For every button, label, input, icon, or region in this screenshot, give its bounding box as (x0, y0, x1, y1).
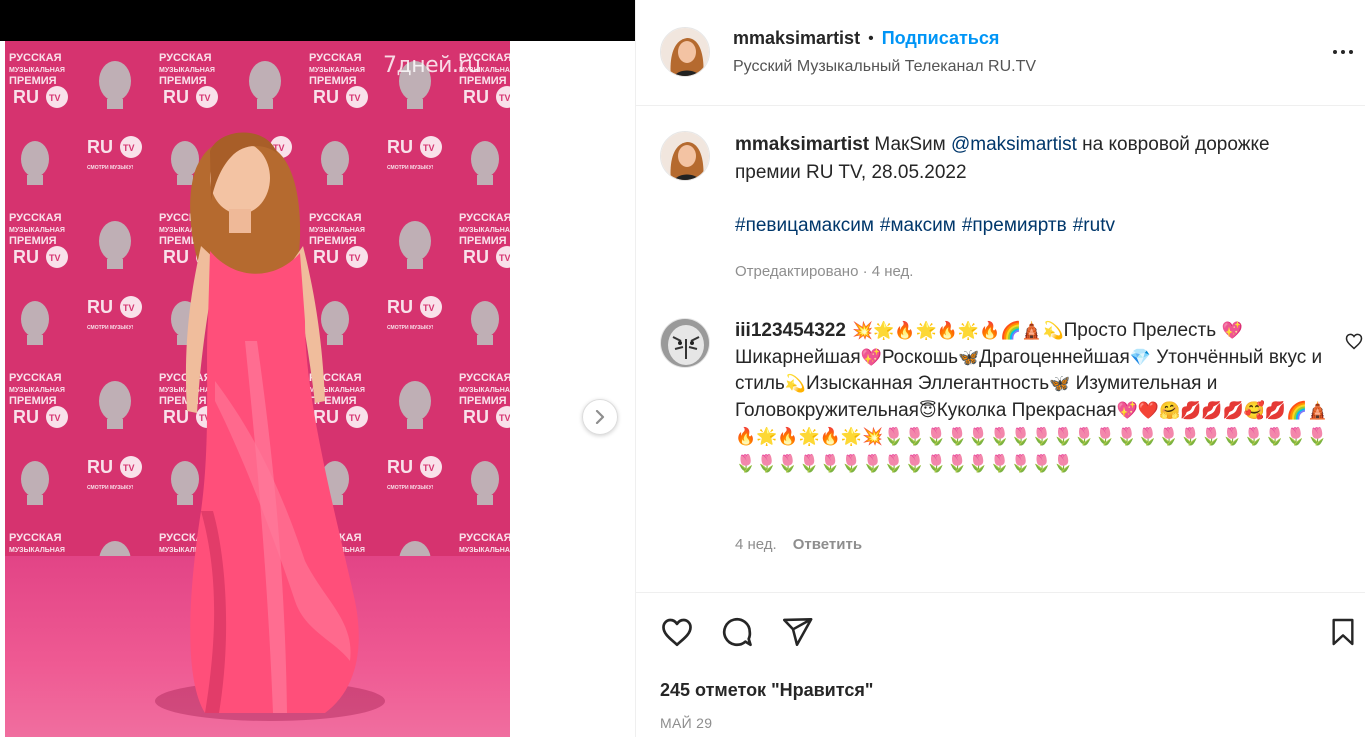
like-button[interactable] (658, 613, 696, 651)
caption-text-start: МакSим (874, 134, 946, 155)
watermark: 7дней.ru (383, 53, 481, 78)
comment-emoji: 🦋 (957, 347, 980, 368)
heart-icon (662, 618, 692, 647)
reply-button[interactable]: Ответить (793, 536, 862, 553)
comment-body: iii123454322 💥🌟🔥🌟🔥🌟🔥🌈🛕💫Просто Прелесть 💖Ш… (735, 318, 1335, 477)
post-header: mmaksimartist • Подписаться Русский Музы… (636, 0, 1365, 106)
heart-outline-icon (1345, 333, 1363, 350)
share-button[interactable] (778, 613, 816, 651)
singer-figure (185, 132, 359, 713)
save-button[interactable] (1324, 613, 1362, 651)
more-horizontal-icon (1333, 50, 1353, 54)
comment-icon (722, 617, 752, 647)
send-icon (782, 617, 813, 647)
actions-bar (636, 592, 1365, 672)
comment-emoji: 🦋 (1049, 374, 1071, 394)
comment-meta: 4 нед. Ответить (735, 536, 862, 553)
comment-emoji: 💖 (860, 347, 882, 368)
comment-emoji: 😇 (918, 400, 937, 421)
avatar-image (661, 132, 709, 180)
media-pane: РУССКАЯ МУЗЫКАЛЬНАЯ ПРЕМИЯ RU TV RU (0, 0, 635, 737)
comment-text: Просто Прелесть (1063, 320, 1217, 341)
bookmark-icon (1332, 618, 1354, 646)
caption-mention[interactable]: @maksimartist (951, 134, 1077, 155)
author-username[interactable]: mmaksimartist (733, 28, 860, 49)
caption-author[interactable]: mmaksimartist (735, 134, 869, 155)
comment-emoji: 💖 (1221, 321, 1243, 341)
follow-button[interactable]: Подписаться (882, 28, 1000, 49)
comment-emoji: 💎 (1129, 347, 1151, 368)
comment-emoji: 💥🌟🔥🌟🔥🌟🔥🌈🛕💫 (851, 321, 1064, 341)
location-link[interactable]: Русский Музыкальный Телеканал RU.TV (733, 58, 1036, 76)
chevron-right-icon (595, 410, 605, 424)
comment-like-button[interactable] (1344, 331, 1364, 351)
media-topbar (0, 0, 635, 41)
author-avatar[interactable] (660, 27, 710, 77)
separator-dot: • (868, 29, 874, 47)
post-photo[interactable]: РУССКАЯ МУЗЫКАЛЬНАЯ ПРЕМИЯ RU TV RU (5, 41, 510, 737)
post-date: МАЙ 29 (660, 715, 713, 731)
comment-button[interactable] (718, 613, 756, 651)
caption-meta: Отредактировано · 4 нед. (735, 263, 914, 280)
hashtag[interactable]: #максим (880, 215, 956, 236)
more-options-button[interactable] (1329, 40, 1357, 64)
comment-text: Изысканная Эллегантность (805, 373, 1050, 394)
post-detail-pane: mmaksimartist • Подписаться Русский Музы… (635, 0, 1365, 737)
comment-text: Куколка Прекрасная (936, 399, 1117, 421)
comment-text: Роскошь (881, 346, 958, 368)
hashtag[interactable]: #премияртв (962, 215, 1067, 236)
avatar-image (661, 28, 709, 76)
hashtag[interactable]: #певицамаксим (735, 215, 874, 236)
comment-text: Шикарнейшая (735, 346, 861, 368)
likes-count[interactable]: 245 отметок "Нравится" (660, 680, 873, 701)
comments-area[interactable]: mmaksimartist МакSим @maksimartist на ко… (636, 107, 1365, 592)
commenter-avatar[interactable] (660, 318, 710, 368)
caption-author-avatar[interactable] (660, 131, 710, 181)
caption-hashtags: #певицамаксим #максим #премияртв #rutv (735, 212, 1121, 240)
username-row: mmaksimartist • Подписаться (733, 28, 999, 49)
avatar-image (661, 319, 709, 367)
next-photo-button[interactable] (582, 399, 618, 435)
comment-time: 4 нед. (735, 536, 777, 553)
comment-emoji: 💫 (784, 374, 806, 394)
comment-author[interactable]: iii123454322 (735, 320, 846, 341)
comment-text: Драгоценнейшая (979, 346, 1130, 368)
post-caption: mmaksimartist МакSим @maksimartist на ко… (735, 131, 1335, 187)
hashtag[interactable]: #rutv (1073, 215, 1115, 236)
